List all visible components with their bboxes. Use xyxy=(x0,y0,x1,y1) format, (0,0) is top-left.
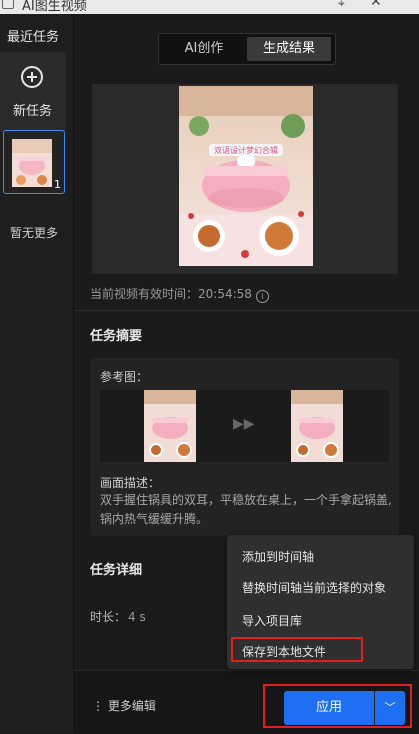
sidebar-header: 最近任务 xyxy=(0,14,73,50)
tab-results[interactable]: 生成结果 xyxy=(247,37,331,61)
more-edit-label: 更多编辑 xyxy=(107,699,156,713)
new-task-label: 新任务 xyxy=(13,104,53,119)
play-next-icon: ▶▶ xyxy=(233,416,255,432)
more-vertical-icon: ⋮ xyxy=(92,699,104,713)
section-divider xyxy=(74,310,419,311)
valid-time-text: 当前视频有效时间：20:54:58 i xyxy=(90,285,269,303)
task-item[interactable]: 1 xyxy=(3,130,65,194)
sidebar: 最近任务 新任务 1 暂无更多 xyxy=(0,14,73,733)
title-bar: AI图生视频 ⌖ ✕ xyxy=(0,0,419,14)
duration-label: 时长： xyxy=(90,610,127,624)
close-icon[interactable]: ✕ xyxy=(370,0,382,10)
menu-item-replace-selection[interactable]: 替换时间轴当前选择的对象 xyxy=(242,579,386,596)
reference-label: 参考图： xyxy=(100,370,149,384)
description-text: 双手握住锅具的双耳，平稳放在桌上，一个手拿起锅盖,锅内热气缓缓升腾。 xyxy=(100,493,392,526)
info-icon[interactable]: i xyxy=(255,290,269,303)
app-icon xyxy=(2,0,14,9)
preview-banner-text: 双语设计梦幻合辑 xyxy=(214,145,278,155)
task-count-badge: 1 xyxy=(54,178,61,191)
detail-heading: 任务详细 xyxy=(90,563,143,578)
no-more-text: 暂无更多 xyxy=(10,226,59,240)
pin-icon[interactable]: ⌖ xyxy=(338,0,345,11)
menu-item-import-library[interactable]: 导入项目库 xyxy=(242,612,302,629)
task-thumbnail xyxy=(12,139,52,187)
reference-images: ▶▶ xyxy=(100,390,389,462)
more-edit-button[interactable]: ⋮ 更多编辑 xyxy=(92,697,156,714)
plus-circle-icon xyxy=(21,66,43,88)
duration-row: 时长： 4 s xyxy=(90,608,146,625)
highlight-apply xyxy=(263,684,412,728)
description-label: 画面描述： xyxy=(100,476,161,490)
summary-card: 参考图： ▶▶ 画面描述： 双手握住锅具的双耳，平稳放在桌上，一个手拿起锅盖,锅… xyxy=(90,358,399,536)
duration-value: 4 s xyxy=(128,610,146,624)
summary-heading: 任务摘要 xyxy=(90,329,143,344)
new-task-button[interactable]: 新任务 xyxy=(0,52,66,132)
reference-image[interactable] xyxy=(144,390,196,462)
recent-tasks-label: 最近任务 xyxy=(7,30,60,45)
menu-item-add-timeline[interactable]: 添加到时间轴 xyxy=(242,548,314,565)
valid-time-label: 当前视频有效时间：20:54:58 xyxy=(90,287,252,301)
result-image[interactable] xyxy=(291,390,343,462)
highlight-save-local xyxy=(231,637,363,662)
preview-image: 双语设计梦幻合辑 xyxy=(179,86,313,266)
tab-bar: AI创作 生成结果 xyxy=(158,33,336,65)
video-preview[interactable]: 双语设计梦幻合辑 xyxy=(92,84,398,274)
tab-ai-create[interactable]: AI创作 xyxy=(163,37,245,61)
window-title: AI图生视频 xyxy=(22,0,87,14)
